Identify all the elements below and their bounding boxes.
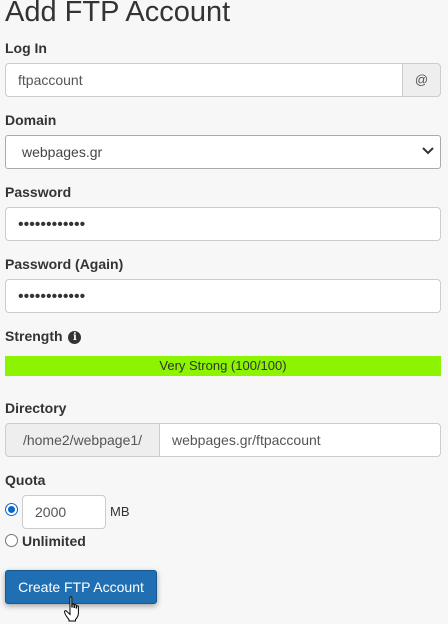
quota-limited-radio[interactable] <box>5 503 18 516</box>
password-again-input[interactable]: •••••••••••• <box>5 279 441 313</box>
quota-unit: MB <box>110 504 130 519</box>
password-strength-meter: Very Strong (100/100) <box>5 356 441 376</box>
directory-label: Directory <box>5 400 67 416</box>
quota-input[interactable]: 2000 <box>22 495 106 529</box>
password-again-label: Password (Again) <box>5 256 124 272</box>
strength-text: Very Strong (100/100) <box>159 358 287 373</box>
password-label: Password <box>5 184 72 200</box>
login-label: Log In <box>5 40 47 56</box>
password-masked-value: •••••••••••• <box>18 216 86 233</box>
directory-input[interactable]: webpages.gr/ftpaccount <box>159 423 441 457</box>
quota-label: Quota <box>5 472 46 488</box>
page-title: Add FTP Account <box>5 0 231 28</box>
at-sign-addon: @ <box>402 63 441 97</box>
chevron-down-icon <box>422 136 434 168</box>
domain-selected-value: webpages.gr <box>22 144 103 160</box>
unlimited-label[interactable]: Unlimited <box>22 533 86 549</box>
hand-pointer-icon <box>64 596 84 624</box>
quota-input-value: 2000 <box>35 504 67 520</box>
login-input-value: ftpaccount <box>18 72 83 88</box>
domain-select[interactable]: webpages.gr <box>5 135 441 169</box>
domain-label: Domain <box>5 112 57 128</box>
strength-label-row: Strength i <box>5 328 82 344</box>
password-again-masked-value: •••••••••••• <box>18 288 86 305</box>
password-input[interactable]: •••••••••••• <box>5 207 441 241</box>
login-input[interactable]: ftpaccount <box>5 63 403 97</box>
info-icon[interactable]: i <box>68 331 82 344</box>
directory-prefix: /home2/webpage1/ <box>5 423 160 457</box>
strength-label: Strength <box>5 328 63 344</box>
quota-unlimited-radio[interactable] <box>5 534 18 547</box>
directory-input-value: webpages.gr/ftpaccount <box>172 432 321 448</box>
